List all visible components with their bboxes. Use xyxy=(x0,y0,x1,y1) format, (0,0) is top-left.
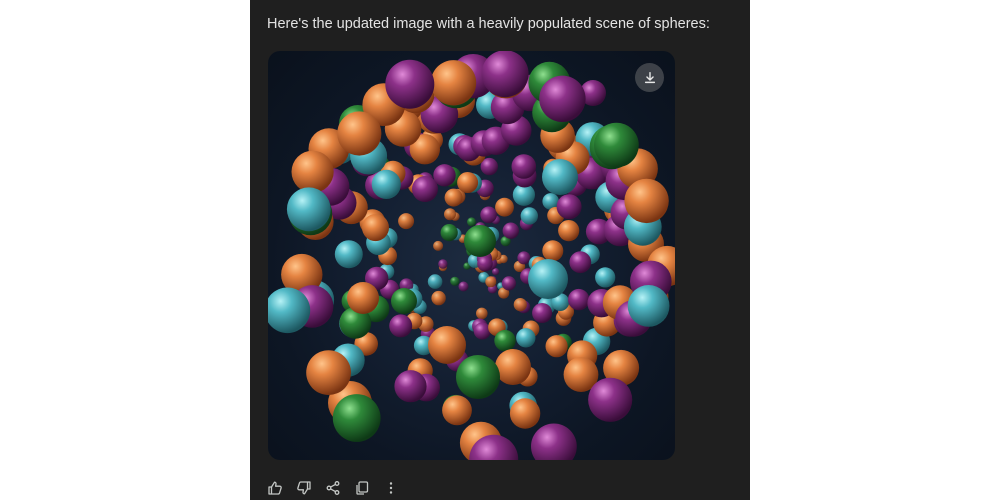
sphere xyxy=(473,322,491,340)
more-vert-icon xyxy=(389,482,393,494)
thumbs-up-icon xyxy=(268,481,282,495)
sphere xyxy=(391,288,417,314)
sphere xyxy=(332,394,381,442)
sphere xyxy=(513,298,527,312)
sphere xyxy=(588,377,633,422)
sphere xyxy=(433,240,444,251)
sphere xyxy=(457,172,479,193)
sphere xyxy=(520,207,538,225)
thumbs-down-button[interactable] xyxy=(295,479,313,497)
sphere xyxy=(501,276,516,291)
thumbs-up-button[interactable] xyxy=(266,479,284,497)
sphere xyxy=(569,251,592,274)
sphere xyxy=(477,255,493,272)
sphere xyxy=(431,290,446,306)
sphere xyxy=(480,206,497,224)
sphere xyxy=(438,259,448,269)
chat-panel: Here's the updated image with a heavily … xyxy=(250,0,750,500)
sphere xyxy=(291,150,334,193)
sphere xyxy=(528,259,568,299)
sphere xyxy=(558,220,580,242)
sphere xyxy=(428,326,466,364)
sphere xyxy=(495,349,531,385)
sphere xyxy=(624,178,669,224)
sphere xyxy=(430,60,477,106)
sphere xyxy=(594,122,639,168)
sphere xyxy=(444,188,463,207)
sphere xyxy=(412,176,438,202)
sphere xyxy=(450,276,460,286)
sphere xyxy=(385,59,435,109)
sphere xyxy=(371,169,401,199)
page-background: Here's the updated image with a heavily … xyxy=(0,0,1000,500)
thumbs-down-icon xyxy=(297,481,311,495)
sphere xyxy=(440,224,458,242)
copy-icon xyxy=(356,481,369,495)
spheres-image-canvas xyxy=(268,51,675,460)
sphere xyxy=(539,75,586,122)
sphere xyxy=(444,208,456,221)
sphere xyxy=(542,240,564,262)
sphere xyxy=(485,276,497,288)
sphere xyxy=(495,197,514,217)
sphere xyxy=(427,274,443,289)
sphere xyxy=(456,355,500,399)
more-options-button[interactable] xyxy=(382,479,400,497)
sphere xyxy=(509,398,541,429)
sphere xyxy=(467,217,476,227)
sphere xyxy=(464,225,496,257)
sphere xyxy=(595,267,616,288)
sphere xyxy=(545,335,568,358)
sphere xyxy=(286,187,331,232)
sphere xyxy=(568,288,590,311)
response-actions xyxy=(266,478,400,498)
download-icon xyxy=(644,71,655,83)
sphere xyxy=(476,307,488,320)
download-button[interactable] xyxy=(635,63,664,92)
sphere xyxy=(334,240,363,269)
sphere xyxy=(347,282,379,314)
sphere xyxy=(389,314,413,338)
sphere xyxy=(627,285,670,327)
copy-button[interactable] xyxy=(353,479,371,497)
sphere xyxy=(517,251,531,265)
share-button[interactable] xyxy=(324,479,342,497)
sphere xyxy=(394,370,427,403)
sphere xyxy=(433,164,456,187)
sphere xyxy=(481,51,529,98)
sphere xyxy=(458,281,469,292)
sphere xyxy=(306,350,351,395)
sphere xyxy=(531,423,577,460)
response-text: Here's the updated image with a heavily … xyxy=(267,16,710,32)
sphere xyxy=(398,213,415,230)
sphere xyxy=(556,194,582,220)
sphere xyxy=(494,329,516,352)
share-icon xyxy=(326,481,340,495)
sphere xyxy=(502,222,519,239)
generated-image[interactable] xyxy=(268,51,675,460)
sphere xyxy=(511,154,537,179)
sphere xyxy=(362,214,389,242)
sphere xyxy=(532,303,553,323)
sphere xyxy=(516,328,536,348)
sphere xyxy=(337,111,382,156)
sphere xyxy=(542,159,578,195)
sphere xyxy=(442,395,472,426)
